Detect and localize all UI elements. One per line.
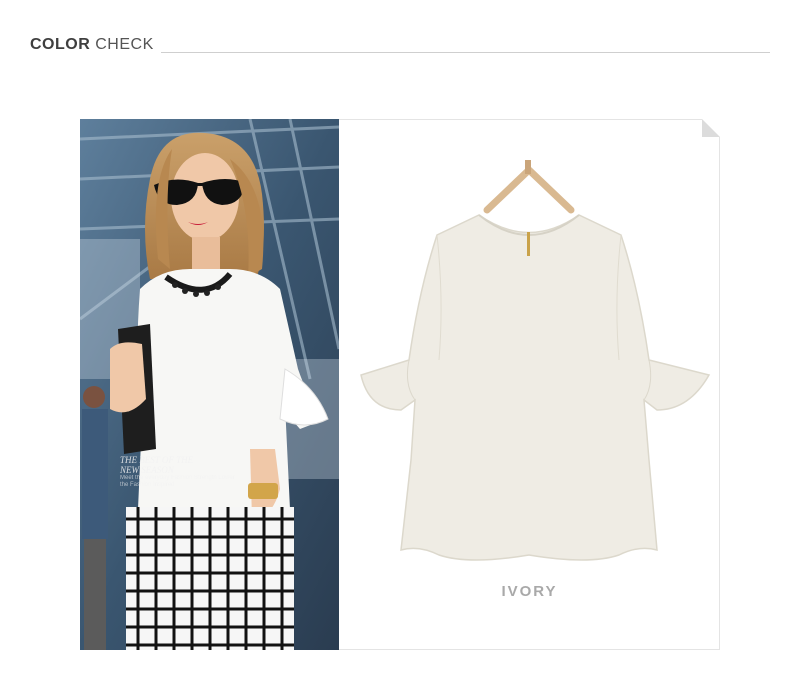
blouse-illustration (360, 160, 711, 561)
section-header: COLOR CHECK (30, 36, 770, 56)
model-photo-illustration (80, 119, 339, 650)
header-divider (161, 52, 770, 53)
section-title-bold: COLOR (30, 36, 91, 53)
photo-caption-line2: NEW SEASON (120, 465, 174, 475)
photo-caption-line1: THE BEST OF THE (120, 455, 194, 465)
hanger-icon (483, 160, 575, 214)
section-title: COLOR CHECK (30, 36, 154, 54)
section-title-light: CHECK (95, 36, 154, 53)
color-check-panel: THE BEST OF THE NEW SEASON Meet the ever… (80, 119, 720, 650)
corner-fold (702, 119, 720, 137)
product-shot: IVORY (339, 119, 720, 650)
color-name-label: IVORY (501, 583, 558, 600)
photo-caption-small: Meet the everyday Fashion Strength Lower… (120, 475, 235, 488)
photo-overlay-text: THE BEST OF THE NEW SEASON Meet the ever… (120, 455, 240, 489)
model-photo: THE BEST OF THE NEW SEASON Meet the ever… (80, 119, 339, 650)
